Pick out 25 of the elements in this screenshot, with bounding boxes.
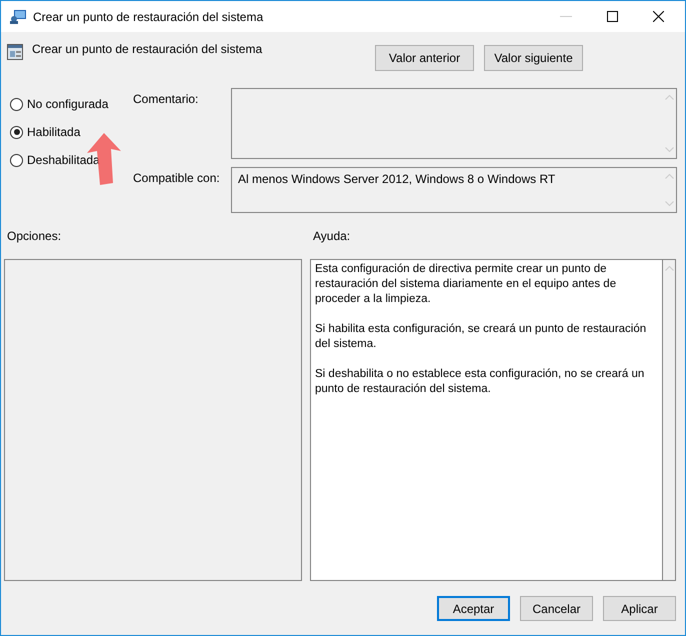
help-paragraph: Si deshabilita o no establece esta configuración, no se creará un punto de restauración del sistema. xyxy=(315,367,646,397)
options-label: Opciones: xyxy=(7,229,62,245)
dialog-button[interactable]: Cancelar xyxy=(520,596,593,621)
help-paragraph: Esta configuración de directiva permite crear un punto de restauración del sistema diariamente en el equipo antes de proceder a la limpieza. xyxy=(315,262,618,307)
radio-button[interactable] xyxy=(10,98,23,110)
nav-button[interactable]: Valor anterior xyxy=(375,45,474,71)
maximize-icon[interactable] xyxy=(607,11,618,22)
compatible-field: Al menos Windows Server 2012, Windows 8 o Windows RT xyxy=(231,167,677,213)
radio-button[interactable] xyxy=(10,154,23,166)
close-icon[interactable] xyxy=(653,11,664,22)
help-paragraph: Si habilita esta configuración, se creará un punto de restauración del sistema. xyxy=(315,322,648,352)
radio-label: No configurada xyxy=(27,97,108,111)
window-title: Crear un punto de restauración del sistema xyxy=(33,10,264,24)
comment-label: Comentario: xyxy=(133,91,200,108)
radio-button[interactable] xyxy=(10,126,23,138)
compatible-label: Compatible con: xyxy=(133,170,221,187)
policy-icon xyxy=(7,44,23,60)
dialog-button[interactable]: Aceptar xyxy=(437,596,510,621)
dialog-button[interactable]: Aplicar xyxy=(603,596,676,621)
nav-button[interactable]: Valor siguiente xyxy=(484,45,583,71)
radio-label: Habilitada xyxy=(27,125,80,139)
radio-label: Deshabilitada xyxy=(27,153,100,167)
help-label: Ayuda: xyxy=(313,229,350,245)
computer-icon xyxy=(9,8,27,24)
policy-title: Crear un punto de restauración del sistema xyxy=(32,42,262,56)
